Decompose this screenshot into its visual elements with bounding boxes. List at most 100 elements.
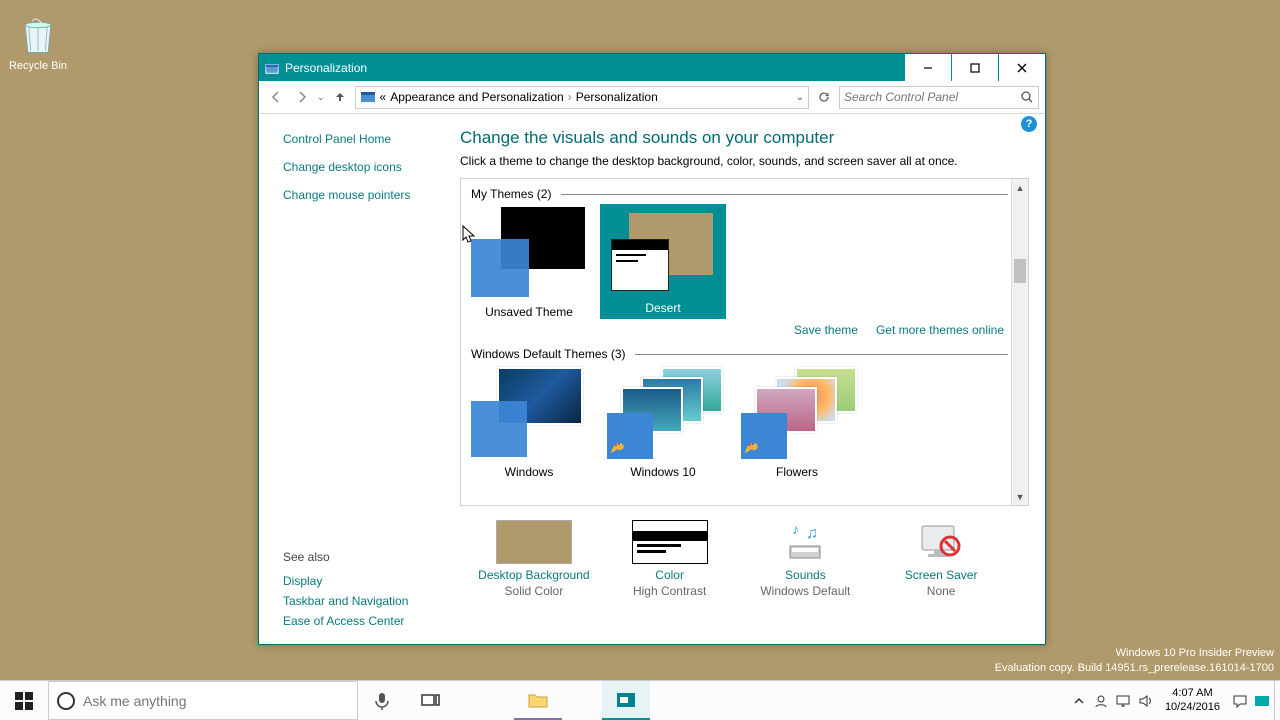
- control-panel-icon: [615, 689, 637, 711]
- mic-button[interactable]: [358, 681, 406, 720]
- screensaver-tile[interactable]: Screen Saver None: [881, 520, 1001, 598]
- page-title: Change the visuals and sounds on your co…: [460, 128, 1029, 148]
- scroll-thumb[interactable]: [1014, 259, 1026, 283]
- my-themes-header: My Themes (2): [471, 187, 1008, 201]
- themes-panel: My Themes (2) Unsaved Theme: [460, 178, 1029, 506]
- sounds-tile[interactable]: ♪♫ Sounds Windows Default: [745, 520, 865, 598]
- chevron-right-icon: ›: [568, 90, 572, 104]
- refresh-button[interactable]: [813, 91, 835, 103]
- input-indicator[interactable]: [1254, 693, 1270, 709]
- cursor-icon: [462, 225, 476, 248]
- palette-icon: [609, 437, 629, 457]
- color-tile[interactable]: Color High Contrast: [610, 520, 730, 598]
- recycle-bin[interactable]: Recycle Bin: [8, 14, 68, 72]
- show-desktop-button[interactable]: [1274, 681, 1280, 720]
- build-line1: Windows 10 Pro Insider Preview: [995, 646, 1274, 661]
- clock[interactable]: 4:07 AM 10/24/2016: [1159, 687, 1226, 713]
- tile-value: Windows Default: [745, 584, 865, 598]
- start-button[interactable]: [0, 681, 48, 720]
- close-button[interactable]: [999, 54, 1045, 81]
- tile-label: Sounds: [745, 568, 865, 582]
- tile-value: None: [881, 584, 1001, 598]
- crumb-2[interactable]: Personalization: [576, 90, 658, 104]
- maximize-button[interactable]: [952, 54, 998, 81]
- default-themes-header: Windows Default Themes (3): [471, 347, 1008, 361]
- window-title: Personalization: [285, 61, 904, 75]
- taskbar: 4:07 AM 10/24/2016: [0, 680, 1280, 720]
- window-icon: [265, 61, 279, 75]
- color-thumb: [632, 520, 708, 564]
- build-overlay: Windows 10 Pro Insider Preview Evaluatio…: [995, 646, 1274, 676]
- save-theme-link[interactable]: Save theme: [794, 323, 858, 337]
- cortana-input[interactable]: [83, 693, 349, 709]
- date: 10/24/2016: [1165, 701, 1220, 714]
- svg-text:♫: ♫: [806, 525, 818, 542]
- scroll-down-button[interactable]: ▼: [1012, 488, 1028, 505]
- tile-value: Solid Color: [474, 584, 594, 598]
- theme-unsaved[interactable]: Unsaved Theme: [469, 207, 589, 319]
- svg-text:♪: ♪: [792, 521, 799, 537]
- cortana-icon: [57, 692, 75, 710]
- windows-logo-icon: [15, 692, 33, 710]
- minimize-button[interactable]: [905, 54, 951, 81]
- recycle-bin-icon: [16, 14, 60, 58]
- tile-label: Desktop Background: [474, 568, 594, 582]
- personalization-window: Personalization ⌄ « Appearance and Perso…: [258, 53, 1046, 645]
- theme-label: Flowers: [737, 465, 857, 479]
- system-tray: 4:07 AM 10/24/2016: [1067, 681, 1274, 720]
- back-button[interactable]: [265, 86, 287, 108]
- scrollbar[interactable]: ▲ ▼: [1011, 179, 1028, 505]
- theme-label: Windows 10: [603, 465, 723, 479]
- control-panel-icon: [360, 89, 376, 105]
- tile-label: Screen Saver: [881, 568, 1001, 582]
- titlebar[interactable]: Personalization: [259, 54, 1045, 81]
- search-box[interactable]: [839, 86, 1039, 109]
- network-icon[interactable]: [1115, 693, 1131, 709]
- volume-icon[interactable]: [1137, 693, 1153, 709]
- address-dropdown[interactable]: ⌄: [796, 92, 804, 103]
- up-button[interactable]: [329, 86, 351, 108]
- screensaver-icon: [903, 520, 979, 564]
- time: 4:07 AM: [1165, 687, 1220, 700]
- change-mouse-pointers-link[interactable]: Change mouse pointers: [283, 188, 446, 202]
- theme-windows[interactable]: Windows: [469, 367, 589, 479]
- theme-label: Unsaved Theme: [469, 305, 589, 319]
- tray-chevron-icon[interactable]: [1071, 693, 1087, 709]
- toolbar: ⌄ « Appearance and Personalization › Per…: [259, 81, 1045, 114]
- taskbar-nav-link[interactable]: Taskbar and Navigation: [283, 594, 408, 608]
- action-center-icon[interactable]: [1232, 693, 1248, 709]
- scroll-up-button[interactable]: ▲: [1012, 179, 1028, 196]
- see-also: See also Display Taskbar and Navigation …: [283, 550, 408, 634]
- tile-label: Color: [610, 568, 730, 582]
- personalization-task[interactable]: [602, 681, 650, 720]
- theme-desert[interactable]: Desert: [603, 207, 723, 319]
- build-line2: Evaluation copy. Build 14951.rs_prerelea…: [995, 661, 1274, 676]
- tile-value: High Contrast: [610, 584, 730, 598]
- forward-button[interactable]: [291, 86, 313, 108]
- cortana-search[interactable]: [48, 681, 358, 720]
- change-desktop-icons-link[interactable]: Change desktop icons: [283, 160, 446, 174]
- theme-flowers[interactable]: Flowers: [737, 367, 857, 479]
- more-themes-link[interactable]: Get more themes online: [876, 323, 1004, 337]
- folder-icon: [527, 689, 549, 711]
- theme-windows10[interactable]: Windows 10: [603, 367, 723, 479]
- people-icon[interactable]: [1093, 693, 1109, 709]
- address-bar[interactable]: « Appearance and Personalization › Perso…: [355, 86, 809, 109]
- recent-dropdown[interactable]: ⌄: [317, 92, 325, 103]
- control-panel-home-link[interactable]: Control Panel Home: [283, 132, 446, 146]
- desktop-bg-thumb: [496, 520, 572, 564]
- theme-label: Windows: [469, 465, 589, 479]
- sounds-icon: ♪♫: [767, 520, 843, 564]
- ease-of-access-link[interactable]: Ease of Access Center: [283, 614, 408, 628]
- search-icon: [1020, 90, 1034, 104]
- palette-icon: [743, 437, 763, 457]
- sidebar: Control Panel Home Change desktop icons …: [259, 114, 454, 644]
- crumb-1[interactable]: Appearance and Personalization: [390, 90, 563, 104]
- task-view-button[interactable]: [406, 681, 454, 720]
- search-input[interactable]: [844, 90, 1020, 104]
- desktop-background-tile[interactable]: Desktop Background Solid Color: [474, 520, 594, 598]
- recycle-bin-label: Recycle Bin: [9, 60, 67, 72]
- file-explorer-task[interactable]: [514, 681, 562, 720]
- main-content: Change the visuals and sounds on your co…: [454, 114, 1045, 644]
- display-link[interactable]: Display: [283, 574, 408, 588]
